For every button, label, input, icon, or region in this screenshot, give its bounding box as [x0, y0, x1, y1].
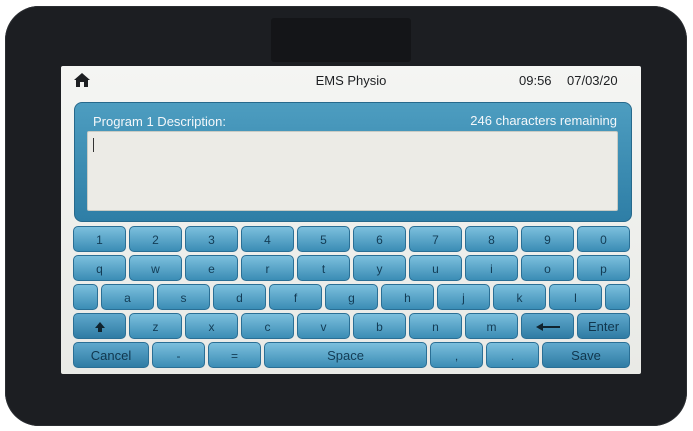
key-j[interactable]: j: [437, 284, 490, 310]
description-label: Program 1 Description:: [93, 114, 226, 129]
key-period[interactable]: .: [486, 342, 539, 368]
key-3[interactable]: 3: [185, 226, 238, 252]
key-e[interactable]: e: [185, 255, 238, 281]
save-key[interactable]: Save: [542, 342, 630, 368]
top-bar: EMS Physio 09:56 07/03/20: [61, 66, 641, 94]
key-8[interactable]: 8: [465, 226, 518, 252]
on-screen-keyboard: 1 2 3 4 5 6 7 8 9 0 q w e r t y u i o p …: [73, 226, 633, 371]
key-w[interactable]: w: [129, 255, 182, 281]
key-p[interactable]: p: [577, 255, 630, 281]
key-o[interactable]: o: [521, 255, 574, 281]
device-bezel: EMS Physio 09:56 07/03/20 Program 1 Desc…: [5, 6, 687, 426]
key-t[interactable]: t: [297, 255, 350, 281]
key-y[interactable]: y: [353, 255, 406, 281]
key-r[interactable]: r: [241, 255, 294, 281]
key-0[interactable]: 0: [577, 226, 630, 252]
key-x[interactable]: x: [185, 313, 238, 339]
key-m[interactable]: m: [465, 313, 518, 339]
touch-screen: EMS Physio 09:56 07/03/20 Program 1 Desc…: [61, 66, 641, 374]
key-row3-spacer-right[interactable]: [605, 284, 630, 310]
key-1[interactable]: 1: [73, 226, 126, 252]
key-z[interactable]: z: [129, 313, 182, 339]
key-7[interactable]: 7: [409, 226, 462, 252]
key-4[interactable]: 4: [241, 226, 294, 252]
key-s[interactable]: s: [157, 284, 210, 310]
backspace-arrow-icon: [535, 323, 560, 331]
backspace-key[interactable]: [521, 313, 574, 339]
enter-key[interactable]: Enter: [577, 313, 630, 339]
page-title: EMS Physio: [315, 73, 387, 88]
key-c[interactable]: c: [241, 313, 294, 339]
description-input[interactable]: [87, 131, 618, 211]
key-h[interactable]: h: [381, 284, 434, 310]
key-9[interactable]: 9: [521, 226, 574, 252]
key-q[interactable]: q: [73, 255, 126, 281]
shift-key[interactable]: [73, 313, 126, 339]
description-panel: Program 1 Description: 246 characters re…: [74, 102, 632, 222]
shift-arrow-icon: [94, 322, 105, 332]
key-b[interactable]: b: [353, 313, 406, 339]
key-row3-spacer-left[interactable]: [73, 284, 98, 310]
key-a[interactable]: a: [101, 284, 154, 310]
key-d[interactable]: d: [213, 284, 266, 310]
key-l[interactable]: l: [549, 284, 602, 310]
text-caret: [93, 138, 94, 152]
key-f[interactable]: f: [269, 284, 322, 310]
key-v[interactable]: v: [297, 313, 350, 339]
key-i[interactable]: i: [465, 255, 518, 281]
key-equals[interactable]: =: [208, 342, 261, 368]
key-k[interactable]: k: [493, 284, 546, 310]
key-u[interactable]: u: [409, 255, 462, 281]
key-comma[interactable]: ,: [430, 342, 483, 368]
key-2[interactable]: 2: [129, 226, 182, 252]
key-minus[interactable]: -: [152, 342, 205, 368]
key-6[interactable]: 6: [353, 226, 406, 252]
key-g[interactable]: g: [325, 284, 378, 310]
key-5[interactable]: 5: [297, 226, 350, 252]
camera-housing: [271, 18, 411, 62]
characters-remaining: 246 characters remaining: [470, 113, 617, 128]
space-key[interactable]: Space: [264, 342, 427, 368]
cancel-key[interactable]: Cancel: [73, 342, 149, 368]
key-n[interactable]: n: [409, 313, 462, 339]
clock-date: 07/03/20: [567, 73, 618, 88]
clock-time: 09:56: [519, 73, 552, 88]
